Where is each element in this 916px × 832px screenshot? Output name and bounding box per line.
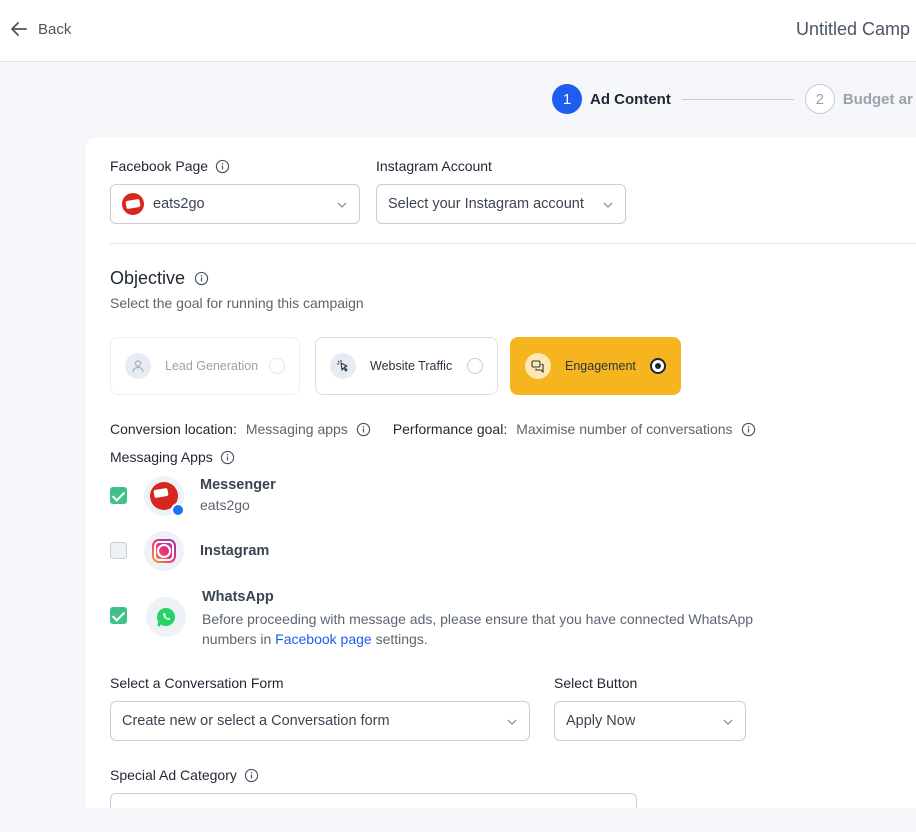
whatsapp-checkbox[interactable] [110, 607, 127, 624]
instagram-account-placeholder: Select your Instagram account [388, 196, 584, 212]
performance-goal-label: Performance goal: [392, 421, 508, 437]
special-ad-category-label: Special Ad Category [110, 767, 259, 783]
conversation-form-label: Select a Conversation Form [110, 675, 284, 691]
messenger-checkbox[interactable] [110, 487, 127, 504]
user-icon [125, 353, 151, 379]
instagram-checkbox[interactable] [110, 542, 127, 559]
conversion-location-label: Conversion location: [110, 421, 237, 437]
chevron-down-icon [603, 202, 613, 208]
chat-bubbles-icon [525, 353, 551, 379]
objective-radio[interactable] [467, 358, 483, 374]
objective-subtitle: Select the goal for running this campaig… [110, 295, 364, 311]
cursor-click-icon [330, 353, 356, 379]
step-connector [681, 98, 794, 100]
back-label: Back [38, 20, 72, 38]
info-icon[interactable] [244, 768, 259, 783]
select-button-dropdown[interactable]: Apply Now [554, 701, 746, 741]
info-icon[interactable] [194, 271, 209, 286]
chevron-down-icon [723, 719, 733, 725]
whatsapp-name: WhatsApp [202, 589, 274, 605]
objective-label: Engagement [565, 359, 636, 373]
select-button-label: Select Button [554, 675, 638, 691]
step-2-label[interactable]: Budget ar [843, 91, 913, 108]
conversation-form-select[interactable]: Create new or select a Conversation form [110, 701, 530, 741]
step-1-circle[interactable]: 1 [552, 84, 582, 114]
objective-label: Website Traffic [370, 359, 453, 373]
objective-title: Objective [110, 268, 209, 289]
messenger-page-icon [144, 476, 185, 517]
instagram-app-icon [144, 531, 184, 571]
conversation-form-placeholder: Create new or select a Conversation form [122, 713, 390, 729]
stepper: 1 Ad Content 2 Budget ar [552, 84, 913, 114]
instagram-account-select[interactable]: Select your Instagram account [376, 184, 626, 224]
messaging-apps-label-text: Messaging Apps [110, 449, 213, 465]
objective-radio-selected[interactable] [650, 358, 666, 374]
objective-engagement[interactable]: Engagement [510, 337, 681, 395]
info-icon[interactable] [741, 422, 756, 437]
facebook-page-label-text: Facebook Page [110, 158, 209, 174]
objective-title-text: Objective [110, 268, 186, 288]
whatsapp-logo-icon [157, 608, 175, 627]
objective-lead-generation[interactable]: Lead Generation [110, 337, 300, 395]
top-bar: Back Untitled Camp [0, 0, 916, 62]
step-2-circle[interactable]: 2 [804, 84, 835, 114]
whatsapp-note: Before proceeding with message ads, plea… [202, 609, 802, 649]
facebook-page-label: Facebook Page [110, 158, 230, 174]
chevron-down-icon [507, 719, 517, 725]
messaging-apps-label: Messaging Apps [110, 449, 235, 465]
arrow-left-icon [11, 22, 27, 36]
info-icon[interactable] [220, 450, 235, 465]
messenger-name: Messenger [200, 477, 276, 493]
select-button-value: Apply Now [566, 713, 636, 729]
back-button[interactable]: Back [9, 19, 71, 39]
conversion-location-value: Messaging apps [245, 421, 348, 437]
info-icon[interactable] [356, 422, 371, 437]
messenger-page-name: eats2go [200, 497, 250, 513]
objective-radio[interactable] [269, 358, 285, 374]
instagram-name: Instagram [200, 543, 270, 559]
facebook-page-value: eats2go [153, 196, 205, 212]
whatsapp-app-icon [146, 597, 186, 637]
page-avatar [122, 193, 144, 215]
performance-goal-value: Maximise number of conversations [516, 421, 733, 437]
conversion-info-row: Conversion location: Messaging apps Perf… [110, 421, 756, 437]
whatsapp-note-suffix: settings. [371, 631, 428, 647]
instagram-account-label: Instagram Account [376, 158, 492, 174]
section-divider [110, 243, 916, 244]
facebook-badge-icon [171, 503, 185, 517]
bottom-strip [0, 808, 916, 832]
objective-label: Lead Generation [165, 359, 259, 373]
objective-website-traffic[interactable]: Website Traffic [315, 337, 498, 395]
campaign-title[interactable]: Untitled Camp [796, 19, 910, 40]
step-1-label[interactable]: Ad Content [590, 91, 671, 108]
instagram-logo-icon [152, 539, 176, 563]
facebook-page-select[interactable]: eats2go [110, 184, 360, 224]
facebook-page-link[interactable]: Facebook page [275, 631, 372, 647]
info-icon[interactable] [215, 159, 230, 174]
chevron-down-icon [337, 202, 347, 208]
special-ad-category-label-text: Special Ad Category [110, 767, 237, 783]
